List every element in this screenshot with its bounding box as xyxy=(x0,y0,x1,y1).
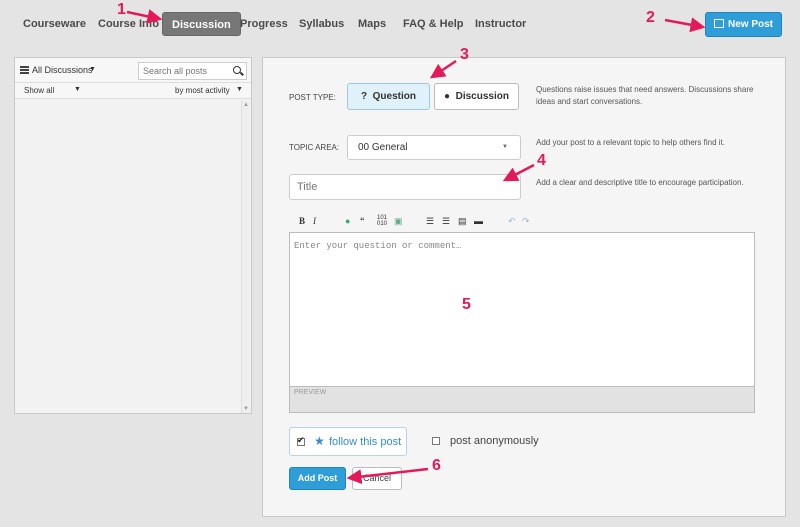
sort-dropdown[interactable]: by most activity xyxy=(175,86,230,95)
anonymous-label: post anonymously xyxy=(450,435,539,447)
scroll-up-icon[interactable]: ▲ xyxy=(243,102,249,108)
question-icon: ? xyxy=(360,91,368,102)
caret-down-icon[interactable]: ▼ xyxy=(236,86,243,93)
topic-area-value: 00 General xyxy=(358,142,408,153)
sidebar-header: All Discussions ▼ xyxy=(15,58,251,83)
edit-icon xyxy=(713,19,724,28)
blockquote-icon[interactable]: “ xyxy=(360,215,365,227)
caret-down-icon[interactable]: ▼ xyxy=(74,86,81,93)
numbered-list-icon[interactable]: ☰ xyxy=(426,215,434,227)
preview-area: PREVIEW xyxy=(289,387,755,413)
tab-faq-help[interactable]: FAQ & Help xyxy=(394,12,473,36)
question-type-button[interactable]: ? Question xyxy=(347,83,430,110)
bold-icon[interactable]: B xyxy=(299,215,305,227)
tab-syllabus[interactable]: Syllabus xyxy=(290,12,353,36)
caret-down-icon[interactable]: ▼ xyxy=(89,66,96,73)
discussion-type-button[interactable]: ● Discussion xyxy=(434,83,519,110)
title-input[interactable] xyxy=(289,174,521,200)
tab-maps[interactable]: Maps xyxy=(349,12,395,36)
show-filter-dropdown[interactable]: Show all xyxy=(24,86,54,95)
title-help: Add a clear and descriptive title to enc… xyxy=(536,178,744,187)
speech-bubble-icon: ● xyxy=(444,91,451,102)
new-post-label: New Post xyxy=(727,19,773,30)
post-type-label: POST TYPE: xyxy=(289,93,336,102)
topic-area-select[interactable]: 00 General ▼ xyxy=(347,135,521,160)
sidebar-scrollbar[interactable]: ▲ ▼ xyxy=(241,101,250,413)
menu-icon[interactable] xyxy=(20,66,29,74)
undo-icon[interactable]: ↶ xyxy=(508,215,516,227)
new-post-form: POST TYPE: ? Question ● Discussion Quest… xyxy=(262,57,786,517)
annotation-6: 6 xyxy=(432,457,441,474)
sidebar-filter-bar: Show all ▼ by most activity ▼ xyxy=(15,83,251,99)
topic-area-label: TOPIC AREA: xyxy=(289,143,340,152)
anonymous-checkbox[interactable] xyxy=(432,437,440,445)
scroll-down-icon[interactable]: ▼ xyxy=(243,406,249,412)
follow-post-option[interactable]: ★ follow this post xyxy=(289,427,407,456)
annotation-2: 2 xyxy=(646,9,655,26)
annotation-1: 1 xyxy=(117,1,126,18)
annotation-3: 3 xyxy=(460,46,469,63)
caret-down-icon: ▼ xyxy=(502,144,508,150)
link-icon[interactable]: ● xyxy=(345,215,350,227)
follow-checkbox[interactable] xyxy=(297,435,305,446)
discussion-sidebar: All Discussions ▼ Show all ▼ by most act… xyxy=(14,57,252,414)
post-type-help: Questions raise issues that need answers… xyxy=(536,85,754,106)
follow-label: follow this post xyxy=(329,436,402,448)
discussion-label: Discussion xyxy=(455,91,509,102)
annotation-4: 4 xyxy=(537,152,546,169)
new-post-button[interactable]: New Post xyxy=(705,12,782,37)
bulleted-list-icon[interactable]: ☰ xyxy=(442,215,450,227)
code-icon[interactable]: 101 010 xyxy=(377,215,387,227)
question-label: Question xyxy=(372,91,416,102)
star-icon: ★ xyxy=(314,434,325,448)
tab-discussion[interactable]: Discussion xyxy=(162,12,241,36)
tab-progress[interactable]: Progress xyxy=(231,12,297,36)
image-icon[interactable]: ▣ xyxy=(394,215,403,227)
italic-icon[interactable]: I xyxy=(313,215,316,227)
tab-instructor[interactable]: Instructor xyxy=(466,12,535,36)
post-body-editor[interactable]: Enter your question or comment… xyxy=(289,232,755,387)
add-post-button[interactable]: Add Post xyxy=(289,467,346,490)
tab-course-info[interactable]: Course Info xyxy=(89,12,168,36)
topic-area-help: Add your post to a relevant topic to hel… xyxy=(536,138,725,147)
redo-icon[interactable]: ↷ xyxy=(522,215,530,227)
search-icon[interactable] xyxy=(233,66,241,74)
cancel-button[interactable]: Cancel xyxy=(352,467,402,490)
tab-courseware[interactable]: Courseware xyxy=(14,12,95,36)
annotation-5: 5 xyxy=(462,296,471,313)
all-discussions-dropdown[interactable]: All Discussions xyxy=(32,65,93,75)
search-input[interactable] xyxy=(138,62,247,80)
horizontal-rule-icon[interactable]: ▬ xyxy=(474,215,483,227)
heading-icon[interactable]: ▤ xyxy=(458,215,467,227)
